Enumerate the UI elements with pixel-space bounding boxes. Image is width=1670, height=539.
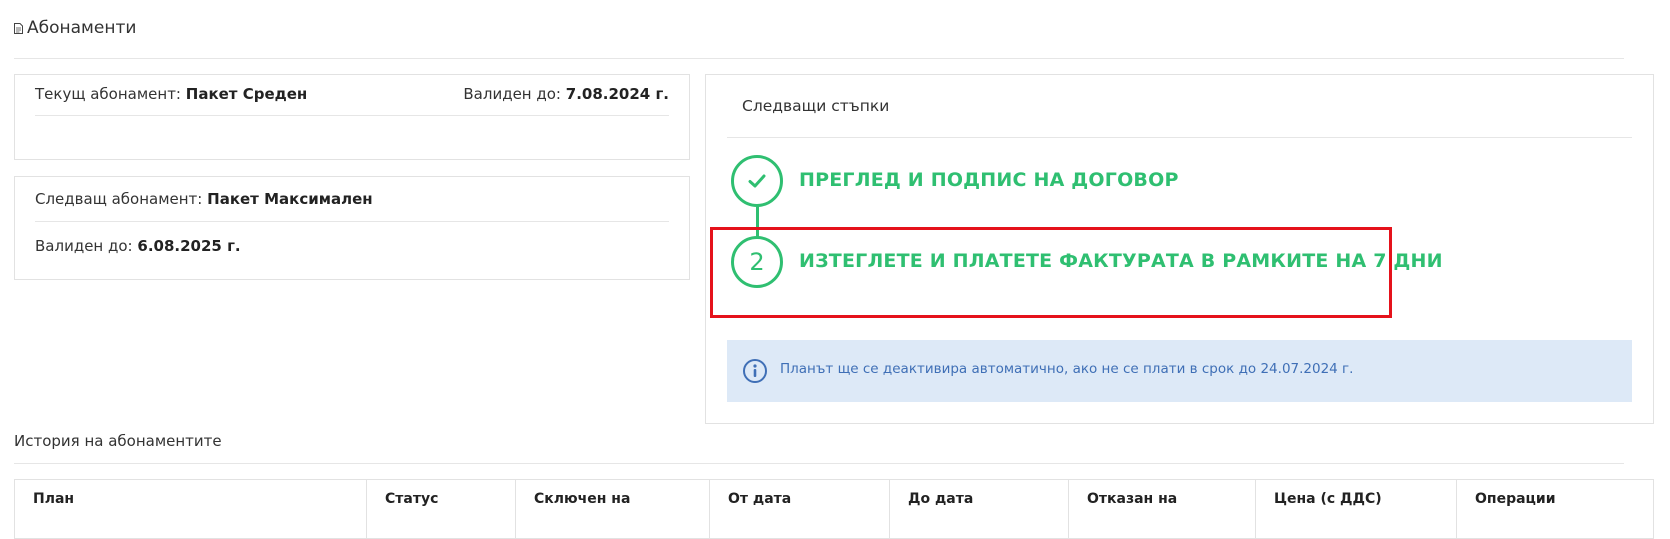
divider	[35, 221, 669, 222]
next-steps-card: Следващи стъпки ПРЕГЛЕД И ПОДПИС НА ДОГО…	[705, 74, 1654, 424]
column-header-status[interactable]: Статус	[367, 480, 516, 538]
next-subscription-card: Следващ абонамент: Пакет Максимален Вали…	[14, 176, 690, 280]
next-subscription-label: Следващ абонамент:	[35, 190, 203, 208]
page-header: Абонаменти	[14, 18, 1624, 59]
next-subscription-info: Следващ абонамент: Пакет Максимален	[35, 190, 373, 208]
document-icon	[14, 23, 23, 34]
next-steps-title: Следващи стъпки	[742, 97, 890, 115]
divider	[14, 463, 1624, 464]
column-header-signed-on[interactable]: Сключен на	[516, 480, 710, 538]
column-header-price[interactable]: Цена (с ДДС)	[1256, 480, 1457, 538]
valid-until-date: 6.08.2025 г.	[137, 237, 241, 255]
info-alert: Планът ще се деактивира автоматично, ако…	[727, 340, 1632, 402]
column-header-operations: Операции	[1475, 491, 1556, 507]
column-header-plan[interactable]: План	[15, 480, 367, 538]
step-1-label: ПРЕГЛЕД И ПОДПИС НА ДОГОВОР	[799, 169, 1179, 191]
alert-text: Планът ще се деактивира автоматично, ако…	[780, 361, 1354, 377]
column-header-from-date[interactable]: От дата	[710, 480, 890, 538]
divider	[727, 137, 1632, 138]
valid-until-label: Валиден до:	[463, 85, 561, 103]
history-title: История на абонаментите	[14, 432, 222, 450]
step-1-check-icon	[731, 155, 783, 207]
current-subscription-plan: Пакет Среден	[185, 85, 308, 103]
valid-until-label: Валиден до:	[35, 237, 133, 255]
column-header-cancelled-on[interactable]: Отказан на	[1069, 480, 1256, 538]
current-subscription-validity: Валиден до: 7.08.2024 г.	[463, 85, 669, 103]
check-icon	[748, 174, 766, 188]
current-subscription-label: Текущ абонамент:	[35, 85, 181, 103]
info-icon	[743, 359, 767, 383]
next-subscription-validity: Валиден до: 6.08.2025 г.	[35, 237, 241, 255]
next-subscription-plan: Пакет Максимален	[207, 190, 373, 208]
valid-until-date: 7.08.2024 г.	[565, 85, 669, 103]
highlight-box	[710, 227, 1392, 318]
current-subscription-info: Текущ абонамент: Пакет Среден	[35, 85, 307, 103]
current-subscription-card: Текущ абонамент: Пакет Среден Валиден до…	[14, 74, 690, 160]
column-header-to-date[interactable]: До дата	[890, 480, 1069, 538]
history-table: План Статус Сключен на От дата До дата О…	[14, 479, 1654, 539]
page-title: Абонаменти	[27, 18, 137, 38]
divider	[35, 115, 669, 116]
